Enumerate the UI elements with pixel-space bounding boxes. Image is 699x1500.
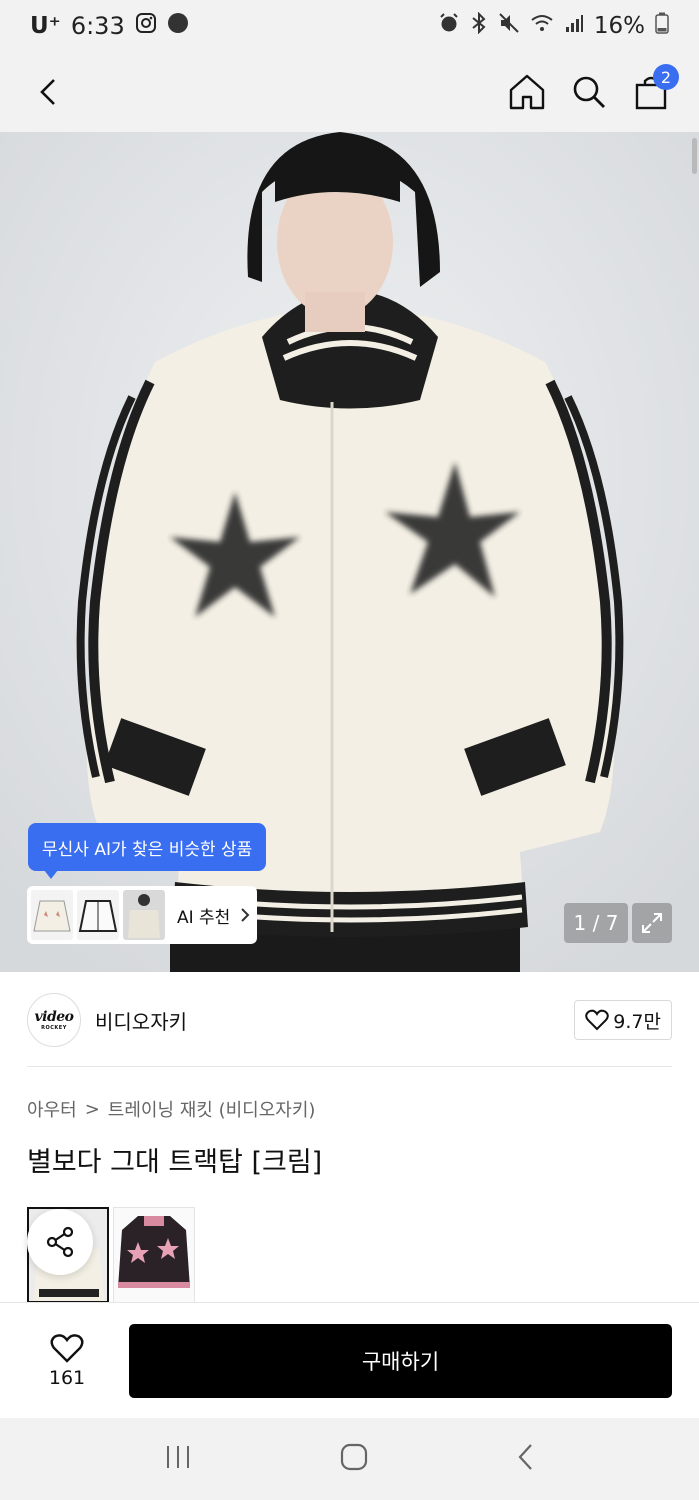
recent-apps-button[interactable] <box>164 1443 192 1475</box>
wifi-icon <box>530 13 554 39</box>
carrier-label: U⁺ <box>30 13 61 39</box>
search-icon <box>573 76 605 108</box>
back-arrow-icon <box>518 1444 532 1470</box>
brand-row: video ROCKEY 비디오자키 9.7만 <box>27 990 672 1050</box>
ai-recommend-card[interactable]: AI 추천 <box>27 886 257 944</box>
heart-icon <box>50 1333 84 1363</box>
ai-recommend-label: AI 추천 <box>177 907 231 928</box>
signal-icon <box>564 13 584 39</box>
back-nav-button[interactable] <box>516 1442 536 1476</box>
breadcrumb-separator: > <box>84 1098 100 1120</box>
page-indicator: 1 / 7 <box>564 903 628 943</box>
product-title: 별보다 그대 트랙탑 [크림] <box>27 1147 323 1178</box>
instagram-icon <box>135 12 157 40</box>
black-jacket-thumbnail <box>114 1208 194 1302</box>
breadcrumb: 아우터 > 트레이닝 재킷 (비디오자키) <box>27 1096 315 1122</box>
breadcrumb-category[interactable]: 아우터 <box>27 1096 77 1122</box>
wishlist-count: 161 <box>48 1366 86 1389</box>
jacket-thumbnail-icon <box>33 900 71 932</box>
home-button[interactable] <box>505 70 549 114</box>
expand-button[interactable] <box>632 903 672 943</box>
share-icon <box>46 1226 74 1258</box>
recent-apps-icon <box>166 1446 189 1468</box>
home-circle-icon <box>340 1443 367 1471</box>
status-right: 16% <box>438 11 669 40</box>
battery-icon <box>655 12 669 40</box>
app-header: 2 <box>0 52 699 132</box>
home-nav-button[interactable] <box>339 1442 369 1476</box>
expand-icon <box>642 913 662 933</box>
ai-similar-tooltip[interactable]: 무신사 AI가 찾은 비슷한 상품 <box>28 823 267 879</box>
jacket-thumbnail-icon <box>78 900 118 932</box>
status-bar: U⁺ 6:33 16% <box>0 0 699 52</box>
battery-percent: 16% <box>593 13 645 39</box>
brand-name[interactable]: 비디오자키 <box>95 1006 187 1035</box>
bluetooth-icon <box>470 11 488 40</box>
clock: 6:33 <box>70 12 125 40</box>
bottom-purchase-bar: 161 구매하기 <box>0 1302 699 1418</box>
brand-like-count: 9.7만 <box>613 1010 661 1033</box>
ai-thumb-2[interactable] <box>77 890 119 940</box>
back-button[interactable] <box>26 70 70 114</box>
brand-logo-subtext: ROCKEY <box>41 1025 67 1031</box>
brand-like-button[interactable]: 9.7만 <box>574 1000 672 1040</box>
home-icon <box>509 74 545 110</box>
app-notification-icon <box>167 12 189 40</box>
divider <box>27 1066 672 1067</box>
buy-button[interactable]: 구매하기 <box>129 1323 672 1398</box>
product-image-gallery[interactable]: 무신사 AI가 찾은 비슷한 상품 AI 추천 1 / 7 <box>0 132 699 972</box>
system-nav-bar <box>0 1418 699 1500</box>
search-button[interactable] <box>567 70 611 114</box>
breadcrumb-subcategory[interactable]: 트레이닝 재킷 (비디오자키) <box>108 1096 316 1122</box>
share-button[interactable] <box>27 1209 93 1275</box>
scrollbar[interactable] <box>692 138 697 174</box>
ai-thumb-3[interactable] <box>123 890 165 940</box>
model-thumbnail-icon <box>128 894 160 938</box>
chevron-left-icon <box>40 79 55 105</box>
mute-icon <box>498 12 520 40</box>
wishlist-button[interactable]: 161 <box>27 1333 107 1389</box>
alarm-icon <box>438 12 460 40</box>
chevron-right-icon <box>241 908 250 922</box>
brand-logo-text: video <box>34 1009 75 1025</box>
header-actions: 2 <box>505 64 679 114</box>
heart-icon <box>585 1009 610 1031</box>
status-left: U⁺ 6:33 <box>30 12 189 40</box>
cart-count-badge: 2 <box>653 64 679 90</box>
variant-black[interactable] <box>113 1207 195 1303</box>
cart-button[interactable]: 2 <box>629 64 679 114</box>
ai-thumb-1[interactable] <box>31 890 73 940</box>
brand-logo[interactable]: video ROCKEY <box>27 993 81 1047</box>
